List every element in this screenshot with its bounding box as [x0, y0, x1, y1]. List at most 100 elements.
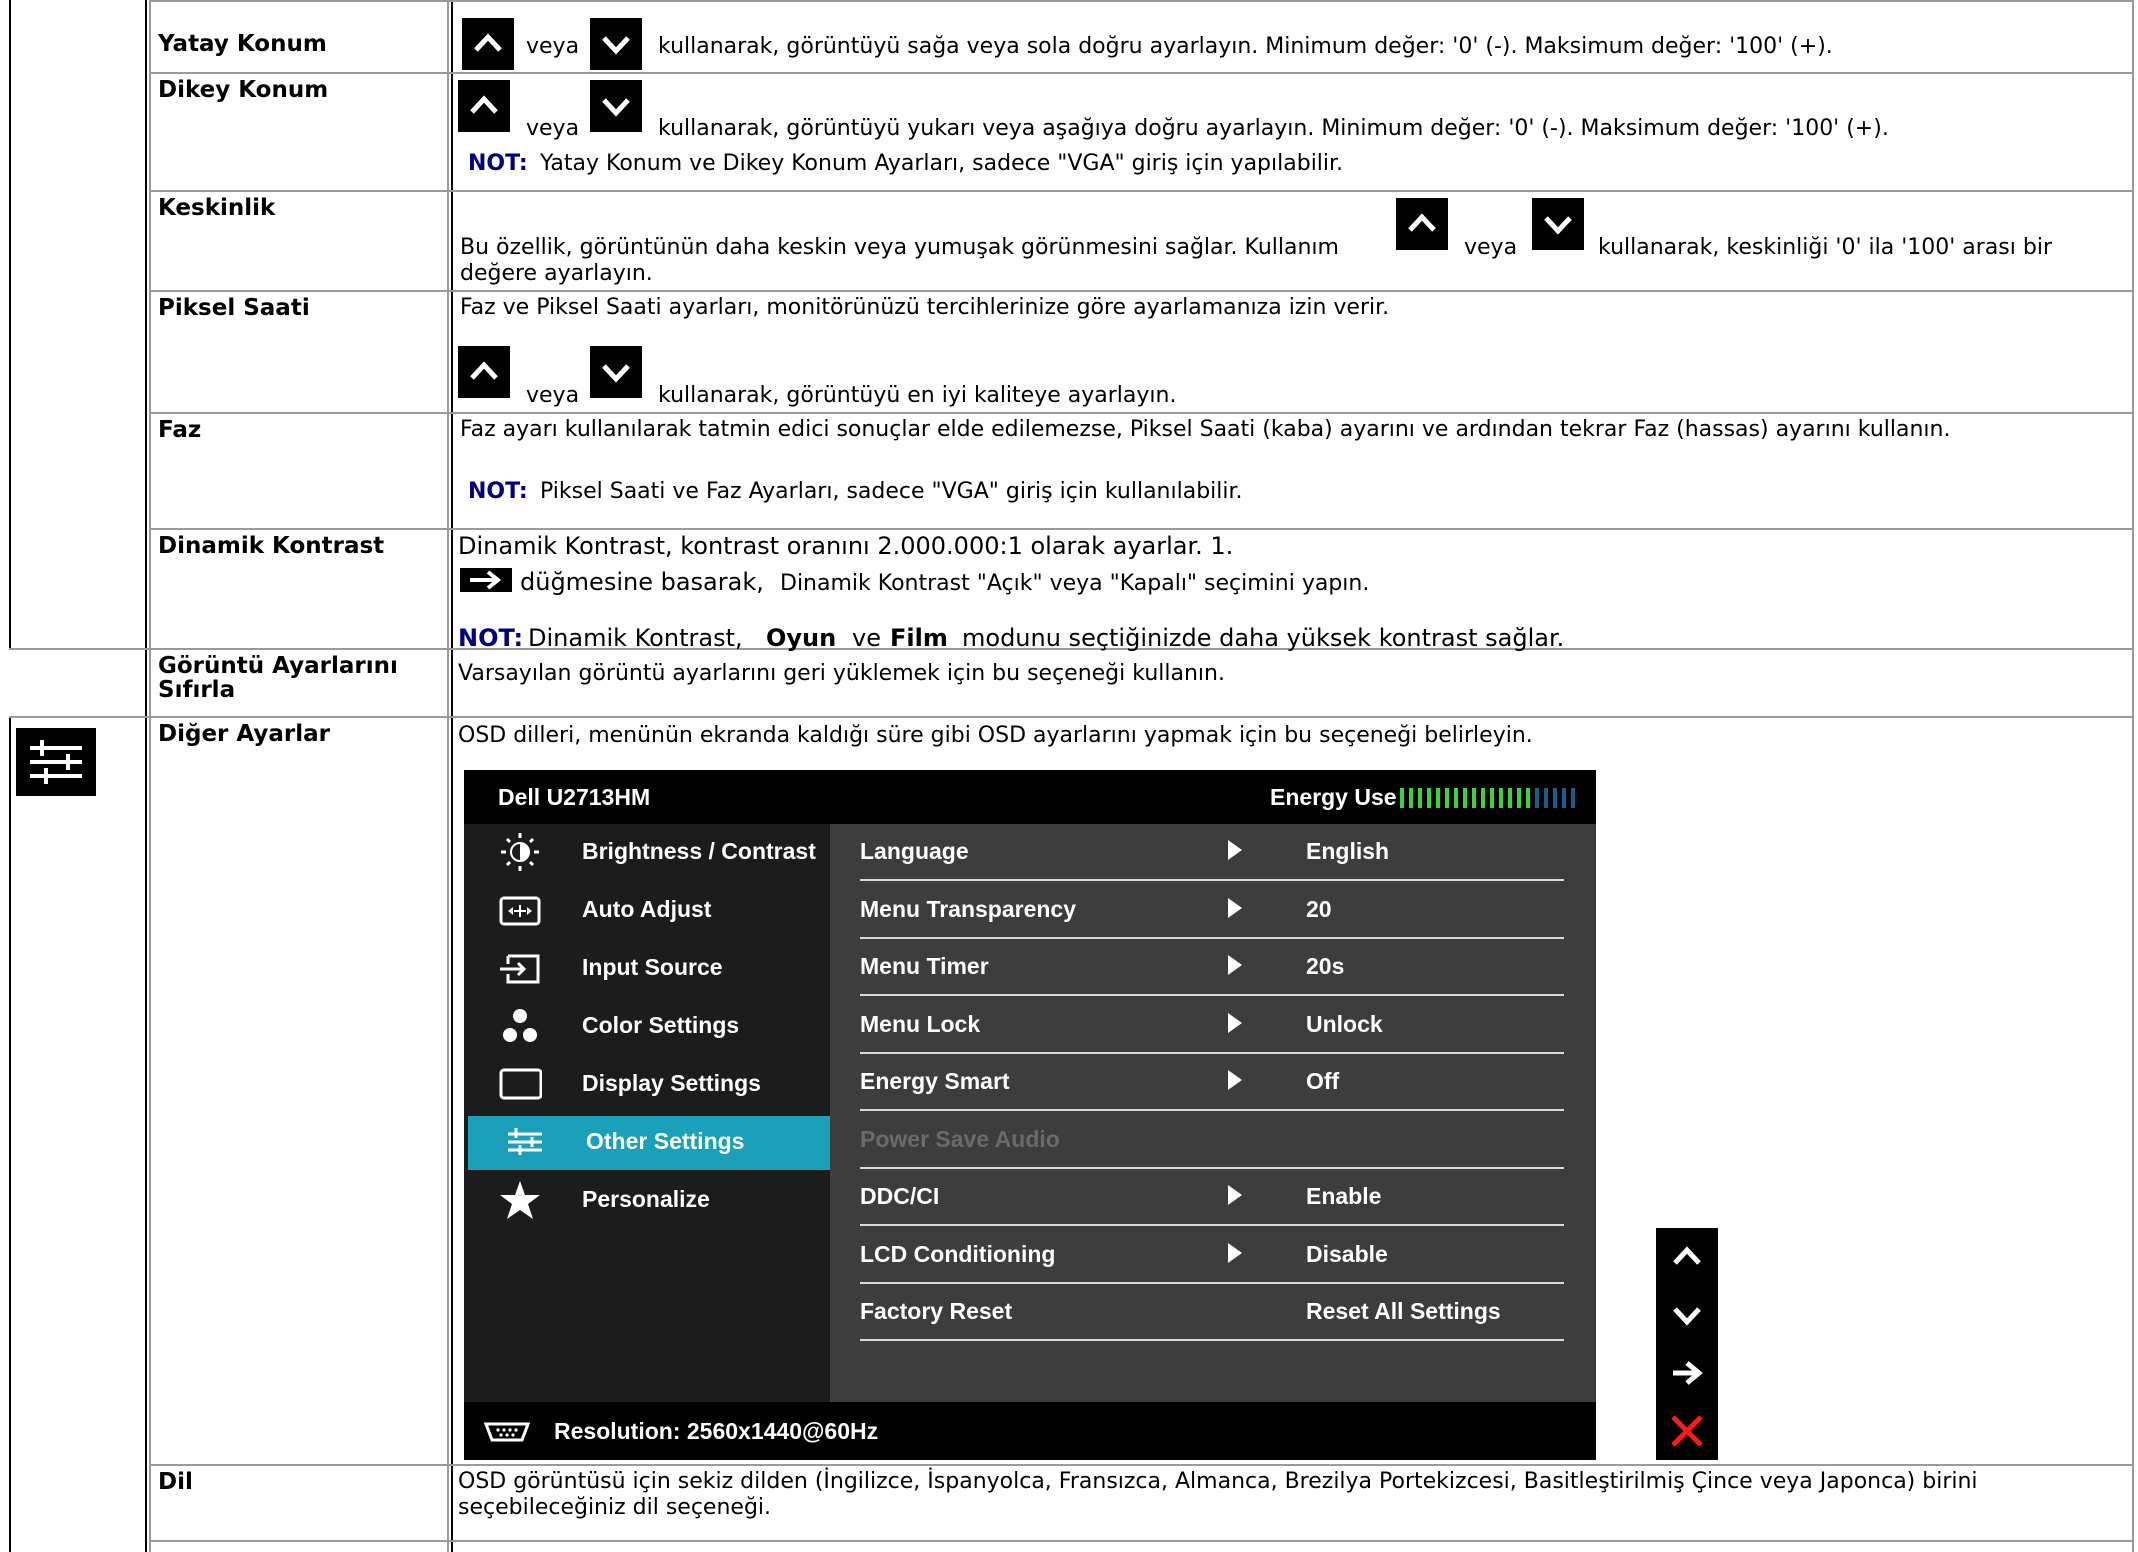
- nav-up-button: [1656, 1228, 1718, 1286]
- osd-menu-label: Color Settings: [582, 1012, 740, 1038]
- note-label: NOT:: [468, 151, 528, 176]
- osd-menu-label: Display Settings: [582, 1070, 761, 1096]
- nav-close-button: [1656, 1402, 1718, 1460]
- energy-tick: [1463, 788, 1467, 808]
- input-source-icon: [498, 948, 542, 988]
- energy-use-meter: [1400, 788, 1580, 808]
- osd-setting-row[interactable]: Language English: [830, 824, 1596, 881]
- submenu-arrow-icon: [1228, 955, 1242, 975]
- veya-text: veya: [526, 34, 580, 59]
- dil-desc: OSD görüntüsü için sekiz dilden (İngiliz…: [458, 1469, 1978, 1494]
- dikey-note-text: Yatay Konum ve Dikey Konum Ayarları, sad…: [540, 151, 1344, 176]
- row-label-dinamik-kontrast: Dinamik Kontrast: [158, 533, 385, 559]
- osd-setting-row[interactable]: DDC/CI Enable: [830, 1169, 1596, 1226]
- osd-menu-label: Brightness / Contrast: [582, 838, 816, 864]
- osd-setting-row[interactable]: Factory Reset Reset All Settings: [830, 1284, 1596, 1341]
- osd-setting-label: Menu Lock: [860, 1010, 981, 1037]
- veya-text: veya: [1464, 235, 1518, 260]
- note-label: NOT:: [468, 479, 528, 504]
- energy-tick: [1409, 788, 1413, 808]
- brightness-icon: [498, 832, 542, 872]
- osd-menu-item-personalize[interactable]: Personalize: [464, 1172, 830, 1230]
- energy-tick: [1436, 788, 1440, 808]
- osd-setting-value: Unlock: [1306, 1010, 1383, 1037]
- dinamik-note-film: Film: [890, 624, 948, 652]
- keskinlik-desc-cont: kullanarak, keskinliği '0' ila '100' ara…: [1598, 235, 2052, 260]
- down-button-icon: [1532, 198, 1584, 250]
- osd-menu-screenshot: Dell U2713HM Energy Use Brightness / Con…: [464, 770, 1596, 1460]
- diger-ayarlar-desc: OSD dilleri, menünün ekranda kaldığı sür…: [458, 723, 1533, 748]
- osd-setting-row[interactable]: Menu Lock Unlock: [830, 997, 1596, 1054]
- osd-menu-label: Input Source: [582, 954, 723, 980]
- table-border-left: [9, 0, 11, 648]
- osd-resolution: Resolution: 2560x1440@60Hz: [554, 1418, 879, 1444]
- osd-setting-label: Menu Timer: [860, 953, 989, 979]
- osd-setting-label: Power Save Audio: [860, 1125, 1060, 1152]
- row-label-goruntu-sifirla: Görüntü Ayarlarını Sıfırla: [158, 653, 398, 703]
- energy-tick: [1508, 788, 1512, 808]
- row-label-yatay-konum: Yatay Konum: [158, 31, 327, 57]
- dinamik-kontrast-desc: Dinamik Kontrast, kontrast oranını 2.000…: [458, 532, 1234, 560]
- osd-setting-value: 20s: [1306, 953, 1345, 979]
- osd-menu-item-input-source[interactable]: Input Source: [464, 940, 830, 998]
- osd-menu-label: Personalize: [582, 1186, 710, 1212]
- display-settings-icon: [498, 1064, 543, 1104]
- right-arrow-button-icon: [460, 568, 512, 592]
- other-settings-icon: [502, 1122, 546, 1162]
- row-label-dil: Dil: [158, 1469, 193, 1495]
- veya-text: veya: [526, 116, 580, 141]
- up-button-icon: [462, 18, 514, 70]
- nav-right-arrow-button: [1656, 1344, 1718, 1402]
- energy-tick: [1400, 788, 1404, 808]
- row-label-diger-ayarlar: Diğer Ayarlar: [158, 721, 330, 747]
- row-label-faz: Faz: [158, 417, 202, 443]
- osd-menu-item-display-settings[interactable]: Display Settings: [464, 1056, 830, 1114]
- osd-setting-label: LCD Conditioning: [860, 1240, 1056, 1267]
- dinamik-note-ve: ve: [852, 624, 881, 652]
- dinamik-note-oyun: Oyun: [766, 624, 837, 652]
- sifirla-desc: Varsayılan görüntü ayarlarını geri yükle…: [458, 661, 1225, 686]
- color-settings-icon: [498, 1006, 542, 1046]
- keskinlik-desc-line2: değere ayarlayın.: [460, 261, 653, 286]
- energy-tick: [1499, 788, 1503, 808]
- osd-setting-value: Enable: [1306, 1183, 1382, 1209]
- osd-model-name: Dell U2713HM: [498, 784, 651, 810]
- osd-menu-label: Auto Adjust: [582, 896, 712, 922]
- yatay-konum-desc: kullanarak, görüntüyü sağa veya sola doğ…: [658, 34, 1833, 59]
- table-border-label: [145, 0, 147, 1552]
- osd-menu-item-brightness-contrast[interactable]: Brightness / Contrast: [464, 824, 830, 882]
- energy-tick: [1427, 788, 1431, 808]
- osd-menu-item-other-settings[interactable]: Other Settings: [468, 1116, 830, 1170]
- piksel-saati-desc: Faz ve Piksel Saati ayarları, monitörünü…: [460, 295, 1390, 320]
- osd-setting-row[interactable]: Menu Transparency 20: [830, 882, 1596, 939]
- row-label-piksel-saati: Piksel Saati: [158, 295, 310, 321]
- osd-setting-row[interactable]: Energy Smart Off: [830, 1054, 1596, 1111]
- osd-row-divider: [860, 1339, 1564, 1341]
- dikey-konum-desc: kullanarak, görüntüyü yukarı veya aşağıy…: [658, 116, 1889, 141]
- osd-submenu: Language English Menu Transparency 20 Menu T…: [830, 824, 1596, 1402]
- osd-setting-value: 20: [1306, 895, 1332, 922]
- dinamik-note-a: Dinamik Kontrast,: [528, 624, 743, 652]
- osd-setting-row: Power Save Audio: [830, 1112, 1596, 1169]
- faz-note-text: Piksel Saati ve Faz Ayarları, sadece "VG…: [540, 479, 1243, 504]
- settings-table: Yatay Konum Dikey Konum Keskinlik Piksel…: [0, 0, 2138, 1552]
- down-button-icon: [590, 346, 642, 398]
- table-border-left-lower: [9, 718, 11, 1552]
- energy-tick: [1445, 788, 1449, 808]
- osd-setting-value: Reset All Settings: [1306, 1298, 1501, 1324]
- osd-setting-value: Disable: [1306, 1240, 1388, 1267]
- energy-tick: [1571, 788, 1575, 808]
- submenu-arrow-icon: [1228, 1242, 1242, 1263]
- veya-text: veya: [526, 383, 580, 408]
- osd-menu-item-color-settings[interactable]: Color Settings: [464, 998, 830, 1056]
- up-button-icon: [1396, 198, 1448, 250]
- auto-adjust-icon: [498, 890, 542, 930]
- osd-menu-item-auto-adjust[interactable]: Auto Adjust: [464, 882, 830, 940]
- faz-desc: Faz ayarı kullanılarak tatmin edici sonu…: [460, 417, 1951, 442]
- energy-tick: [1526, 788, 1530, 808]
- osd-setting-row[interactable]: LCD Conditioning Disable: [830, 1227, 1596, 1284]
- osd-setting-row[interactable]: Menu Timer 20s: [830, 939, 1596, 996]
- other-settings-icon: [16, 728, 96, 796]
- star-icon: [498, 1180, 542, 1220]
- down-button-icon: [590, 80, 642, 132]
